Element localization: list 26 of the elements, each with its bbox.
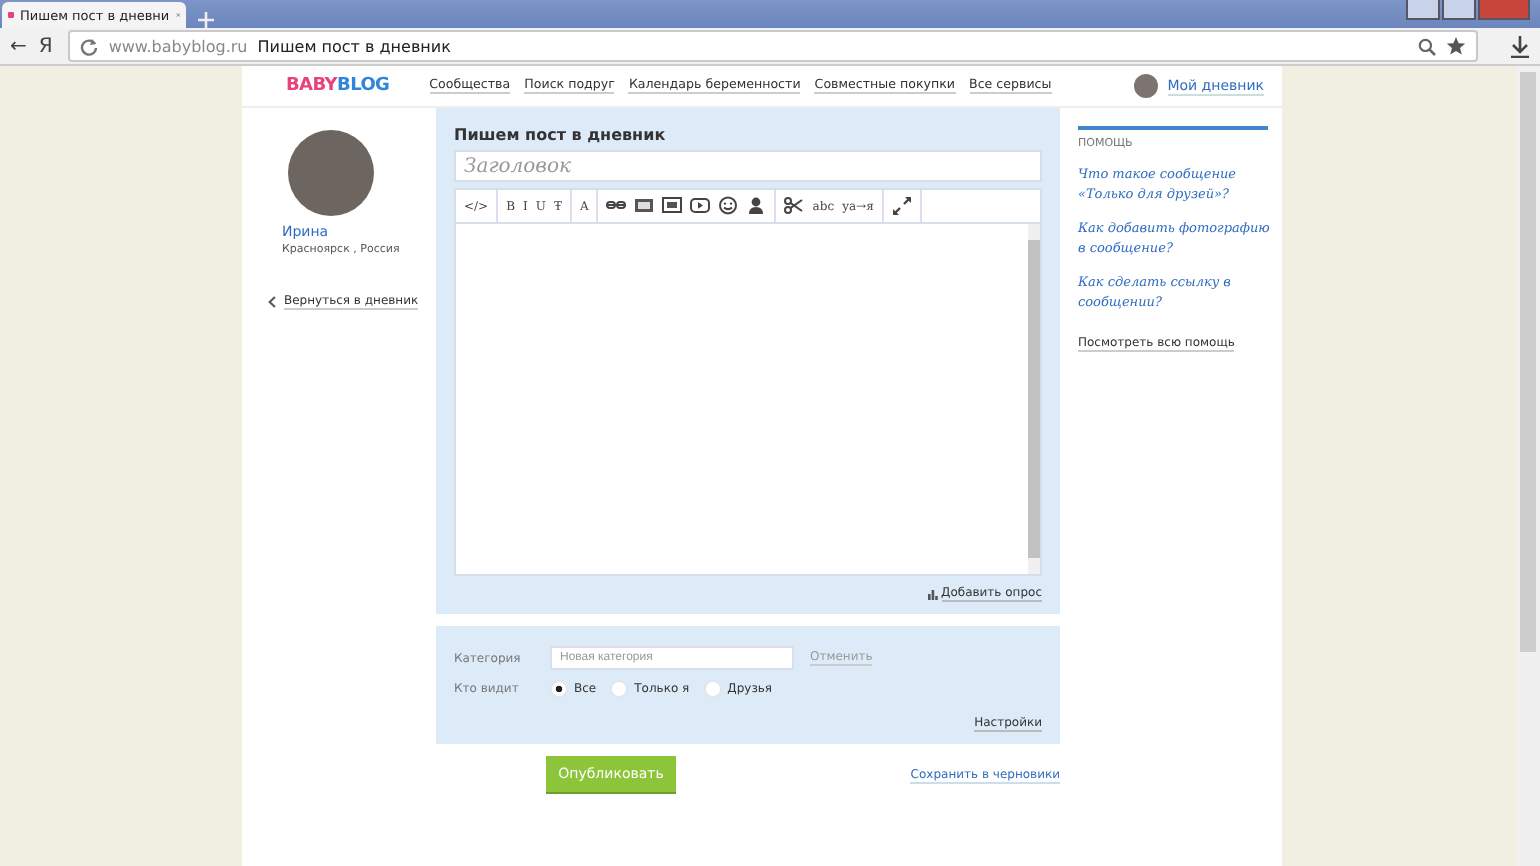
reload-icon [80,37,99,55]
new-tab-icon[interactable] [198,12,214,28]
text-editor-field[interactable] [454,224,1042,576]
download-icon[interactable] [1510,35,1530,57]
chevron-left-icon [268,296,276,308]
yandex-button[interactable]: Я [38,35,53,57]
title-field[interactable]: Заголовок [454,150,1042,182]
person-icon[interactable] [746,196,767,216]
scissors-icon[interactable] [784,196,805,216]
site-icon [8,6,15,24]
image-icon[interactable] [634,196,655,216]
babyblog-logo[interactable]: BABYBLOG [286,76,390,96]
address-field[interactable]: www.babyblog.ru Пишем пост в дневник [68,30,1478,62]
smiley-icon[interactable] [718,196,739,216]
star-icon[interactable] [1446,36,1466,56]
maximize-button[interactable] [1442,0,1476,20]
minimize-button[interactable] [1406,0,1440,20]
gallery-icon[interactable] [662,196,683,216]
expand-icon[interactable] [891,196,912,216]
video-icon[interactable] [690,196,711,216]
page-heading: Пишем пост в дневник [454,126,668,144]
search-icon[interactable] [1418,37,1436,55]
bar-chart-icon [927,589,938,599]
profile-photo [288,130,374,216]
back-button[interactable]: ← [10,35,27,57]
avatar [1133,74,1158,98]
